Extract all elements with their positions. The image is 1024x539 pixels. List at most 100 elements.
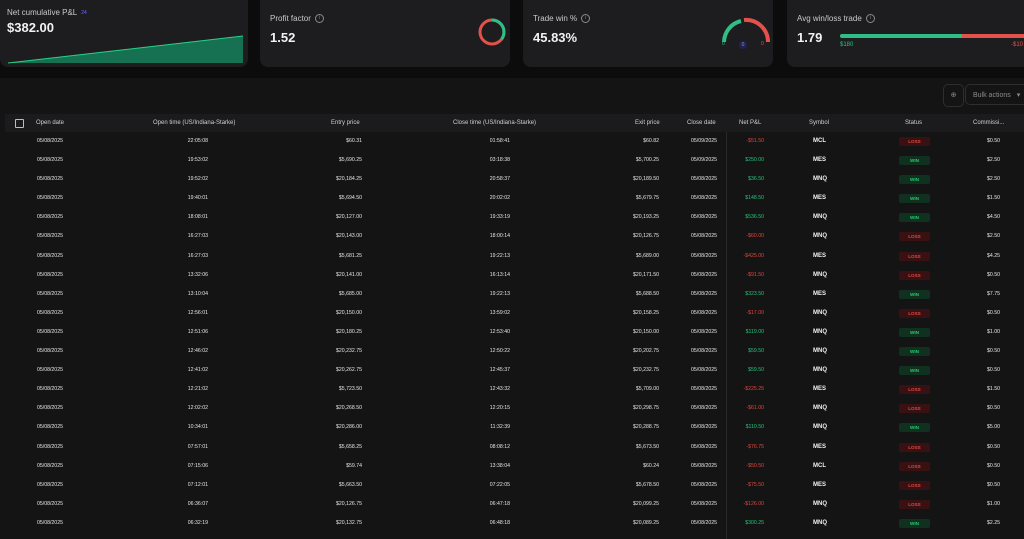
info-icon[interactable]: i <box>314 14 324 24</box>
select-all-checkbox[interactable] <box>15 119 24 128</box>
cell-open-time: 22:05:08 <box>187 138 208 144</box>
net-pnl-card[interactable]: Net cumulative P&L 24 $382.00 <box>0 0 248 67</box>
cell-open-time: 13:10:04 <box>187 290 208 297</box>
cell-close-date: 05/09/2025 <box>691 157 717 164</box>
table-row[interactable]: 05/08/2025 12:21:02 $5,723.50 12:43:32 $5,70… <box>5 380 1024 399</box>
bulk-actions-button[interactable]: Bulk actions ▾ <box>965 84 1024 105</box>
cell-symbol: MES <box>813 481 827 488</box>
header-status[interactable]: Status <box>905 114 922 132</box>
cell-close-time: 19:33:19 <box>489 214 510 221</box>
cell-comm: $1.50 <box>987 195 1000 202</box>
cell-comm: $2.50 <box>987 157 1000 164</box>
table-row[interactable]: 05/08/2025 10:34:01 $20,286.00 11:32:39 $20,… <box>5 418 1024 437</box>
table-row[interactable]: 05/08/2025 12:46:02 $20,232.75 12:50:22 $20,… <box>5 342 1024 361</box>
cell-exit: $20,126.75 <box>633 233 659 240</box>
cell-open-time: 06:36:07 <box>187 500 208 507</box>
table-row[interactable]: 05/08/2025 12:02:02 $20,268.50 12:20:15 $20,… <box>5 399 1024 418</box>
settings-icon: ⊕ <box>950 92 957 99</box>
table-row[interactable]: 05/08/2025 12:51:06 $20,180.25 12:53:40 $20,… <box>5 323 1024 342</box>
table-row[interactable]: 05/08/2025 07:57:01 $5,658.25 08:08:12 $5,67… <box>5 438 1024 457</box>
header-commission[interactable]: Commissi... <box>973 114 1004 132</box>
cell-comm: $5.00 <box>987 424 1000 431</box>
cell-symbol: MNQ <box>813 214 827 221</box>
cell-close-date: 05/08/2025 <box>691 252 717 259</box>
table-row[interactable]: 05/08/2025 19:52:02 $20,184.25 20:58:37 $20,… <box>5 170 1024 189</box>
status-badge: LOSS <box>899 137 930 146</box>
header-entry-price[interactable]: Entry price <box>331 114 360 132</box>
bulk-actions-label: Bulk actions <box>973 92 1011 99</box>
cell-close-date: 05/08/2025 <box>691 214 717 221</box>
status-badge: LOSS <box>899 270 930 280</box>
cell-symbol: MNQ <box>813 309 827 316</box>
table-row[interactable]: 05/08/2025 19:40:01 $5,694.50 20:02:02 $5,67… <box>5 189 1024 208</box>
status-badge: WIN <box>899 289 930 299</box>
cell-entry: $20,143.00 <box>336 233 362 240</box>
header-close-date[interactable]: Close date <box>687 114 716 132</box>
cell-exit: $20,089.25 <box>633 519 659 526</box>
table-row[interactable]: 05/08/2025 22:05:08 $60.31 01:58:41 $60.82 05… <box>5 132 1024 151</box>
status-badge: WIN <box>899 423 930 433</box>
cell-comm: $4.25 <box>987 252 1000 259</box>
cell-open-date: 05/08/2025 <box>37 290 63 297</box>
cell-exit: $5,700.25 <box>635 157 659 164</box>
cell-close-time: 03:18:38 <box>489 157 510 164</box>
cell-symbol: MNQ <box>813 233 827 240</box>
cell-exit: $20,171.50 <box>633 271 659 278</box>
cell-symbol: MNQ <box>813 424 827 431</box>
cell-close-date: 05/08/2025 <box>691 309 717 316</box>
table-row[interactable]: 05/08/2025 16:27:03 $5,681.25 19:22:13 $5,68… <box>5 247 1024 266</box>
header-close-time[interactable]: Close time (US/Indiana-Starke) <box>453 114 536 132</box>
avg-win-loss-card[interactable]: Avg win/loss trade i 1.79 $180 -$10 <box>787 0 1024 67</box>
cell-close-time: 06:47:18 <box>489 500 510 507</box>
cell-open-time: 12:41:02 <box>187 367 208 374</box>
table-row[interactable]: 05/08/2025 12:56:01 $20,150.00 13:59:02 $20,… <box>5 304 1024 323</box>
info-icon[interactable]: i <box>581 14 591 24</box>
profit-factor-card[interactable]: Profit factor i 1.52 <box>260 0 510 67</box>
header-open-date[interactable]: Open date <box>36 114 64 132</box>
cell-pnl: -$425.00 <box>743 252 764 259</box>
cell-open-date: 05/08/2025 <box>37 176 63 183</box>
table-row[interactable]: 05/08/2025 16:27:03 $20,143.00 18:00:14 $20,… <box>5 227 1024 246</box>
cell-symbol: MES <box>813 252 827 259</box>
cell-comm: $0.50 <box>987 481 1000 488</box>
trade-win-title: Trade win % <box>533 14 578 23</box>
cell-open-date: 05/08/2025 <box>37 233 63 240</box>
column-settings-button[interactable]: ⊕ <box>943 84 964 107</box>
table-row[interactable]: 05/08/2025 06:36:07 $20,126.75 06:47:18 $20,… <box>5 495 1024 514</box>
header-symbol[interactable]: Symbol <box>809 114 829 132</box>
status-badge: WIN <box>899 156 930 166</box>
table-row[interactable]: 05/08/2025 13:10:04 $5,685.00 19:22:13 $5,68… <box>5 285 1024 304</box>
header-exit-price[interactable]: Exit price <box>635 114 660 132</box>
info-icon[interactable]: i <box>865 14 875 24</box>
cell-entry: $5,658.25 <box>338 443 362 450</box>
avg-win-bar <box>840 34 962 38</box>
status-badge: WIN <box>899 347 930 357</box>
cell-pnl: -$76.75 <box>746 443 764 450</box>
cell-pnl: -$91.50 <box>746 271 764 278</box>
status-badge: LOSS <box>899 480 930 490</box>
cell-open-time: 12:56:01 <box>187 309 208 316</box>
cell-exit: $20,193.25 <box>633 214 659 221</box>
cell-close-date: 05/08/2025 <box>691 367 717 374</box>
cell-open-time: 16:27:03 <box>187 233 208 240</box>
cell-comm: $1.00 <box>987 500 1000 507</box>
table-row[interactable]: 05/08/2025 19:53:02 $5,690.25 03:18:38 $5,70… <box>5 151 1024 170</box>
table-row[interactable]: 05/08/2025 13:32:06 $20,141.00 16:13:14 $20,… <box>5 266 1024 285</box>
cell-close-date: 05/08/2025 <box>691 405 717 412</box>
cell-close-date: 05/08/2025 <box>691 424 717 431</box>
status-badge: LOSS <box>899 404 930 414</box>
cell-entry: $20,184.25 <box>336 176 362 183</box>
table-row[interactable]: 05/08/2025 12:41:02 $20,262.75 12:45:37 $20,… <box>5 361 1024 380</box>
cell-open-time: 12:51:06 <box>187 328 208 335</box>
table-row[interactable]: 05/08/2025 06:32:19 $20,132.75 06:48:18 $20,… <box>5 514 1024 533</box>
trade-win-card[interactable]: Trade win % i 45.83% 0 0 0 <box>523 0 773 67</box>
header-net-pnl[interactable]: Net P&L <box>739 114 761 132</box>
status-badge: WIN <box>899 327 930 337</box>
table-row[interactable]: 05/08/2025 07:15:06 $59.74 13:38:04 $60.24 05… <box>5 457 1024 476</box>
cell-open-date: 05/08/2025 <box>37 309 63 316</box>
header-open-time[interactable]: Open time (US/Indiana-Starke) <box>153 114 235 132</box>
table-row[interactable]: 05/08/2025 07:12:01 $5,663.50 07:22:05 $5,67… <box>5 476 1024 495</box>
cell-close-date: 05/08/2025 <box>691 233 717 240</box>
cell-entry: $5,681.25 <box>338 252 362 259</box>
table-row[interactable]: 05/08/2025 18:08:01 $20,127.00 19:33:19 $20,… <box>5 208 1024 227</box>
